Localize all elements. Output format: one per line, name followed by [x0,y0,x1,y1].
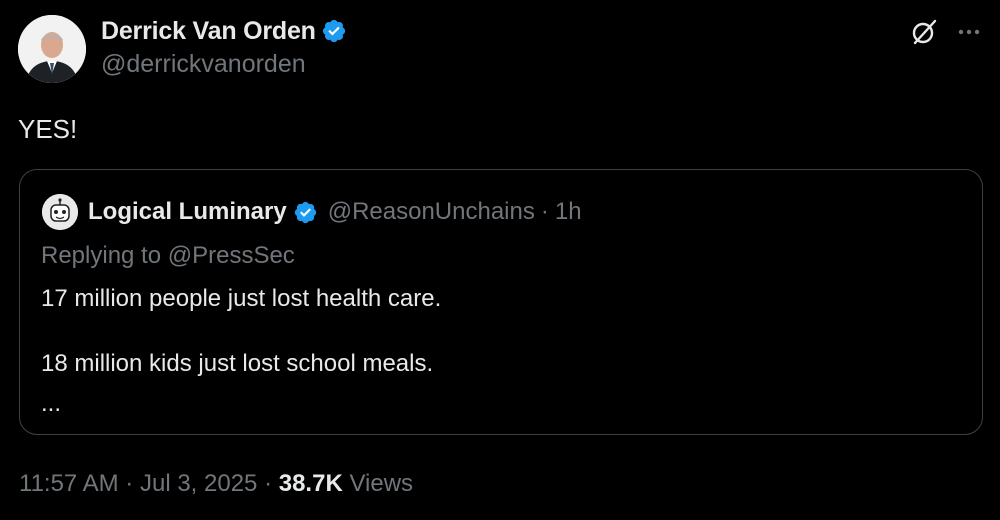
avatar-portrait [18,15,86,83]
quoted-tweet-card[interactable]: Logical Luminary @ReasonUnchains · 1h Re… [19,169,983,435]
quoted-text-line: 17 million people just lost health care. [41,285,442,312]
footer-separator: · [125,470,134,497]
quoted-text-line: 18 million kids just lost school meals. [41,350,434,377]
tweet-actions [910,18,982,46]
quoted-display-name[interactable]: Logical Luminary [88,198,287,226]
grok-icon[interactable] [910,18,938,46]
quoted-handle[interactable]: @ReasonUnchains [328,198,535,226]
views-count[interactable]: 38.7K [279,470,343,497]
quoted-separator: · [540,198,549,225]
author-name-row: Derrick Van Orden [101,14,347,48]
verified-badge-icon[interactable] [321,18,347,44]
tweet-date[interactable]: Jul 3, 2025 [140,470,257,497]
verified-badge-icon[interactable] [293,200,318,225]
author-display-name[interactable]: Derrick Van Orden [101,17,316,46]
quoted-text-ellipsis: ... [41,390,62,417]
more-icon[interactable] [956,19,982,45]
tweet-time[interactable]: 11:57 AM [19,470,119,497]
tweet-metadata: 11:57 AM · Jul 3, 2025 · 38.7K Views [19,470,413,498]
quoted-name-row: Logical Luminary @ReasonUnchains · 1h [88,196,582,228]
views-label: Views [349,470,414,497]
tweet-text: YES! [18,114,78,144]
author-handle[interactable]: @derrickvanorden [101,50,306,79]
footer-separator: · [264,470,273,497]
replying-to: Replying to @PressSec [41,242,295,269]
robot-avatar-icon [42,194,78,230]
quoted-timestamp[interactable]: 1h [555,198,582,226]
quoted-author-avatar[interactable] [42,194,78,230]
author-avatar[interactable] [18,15,86,83]
